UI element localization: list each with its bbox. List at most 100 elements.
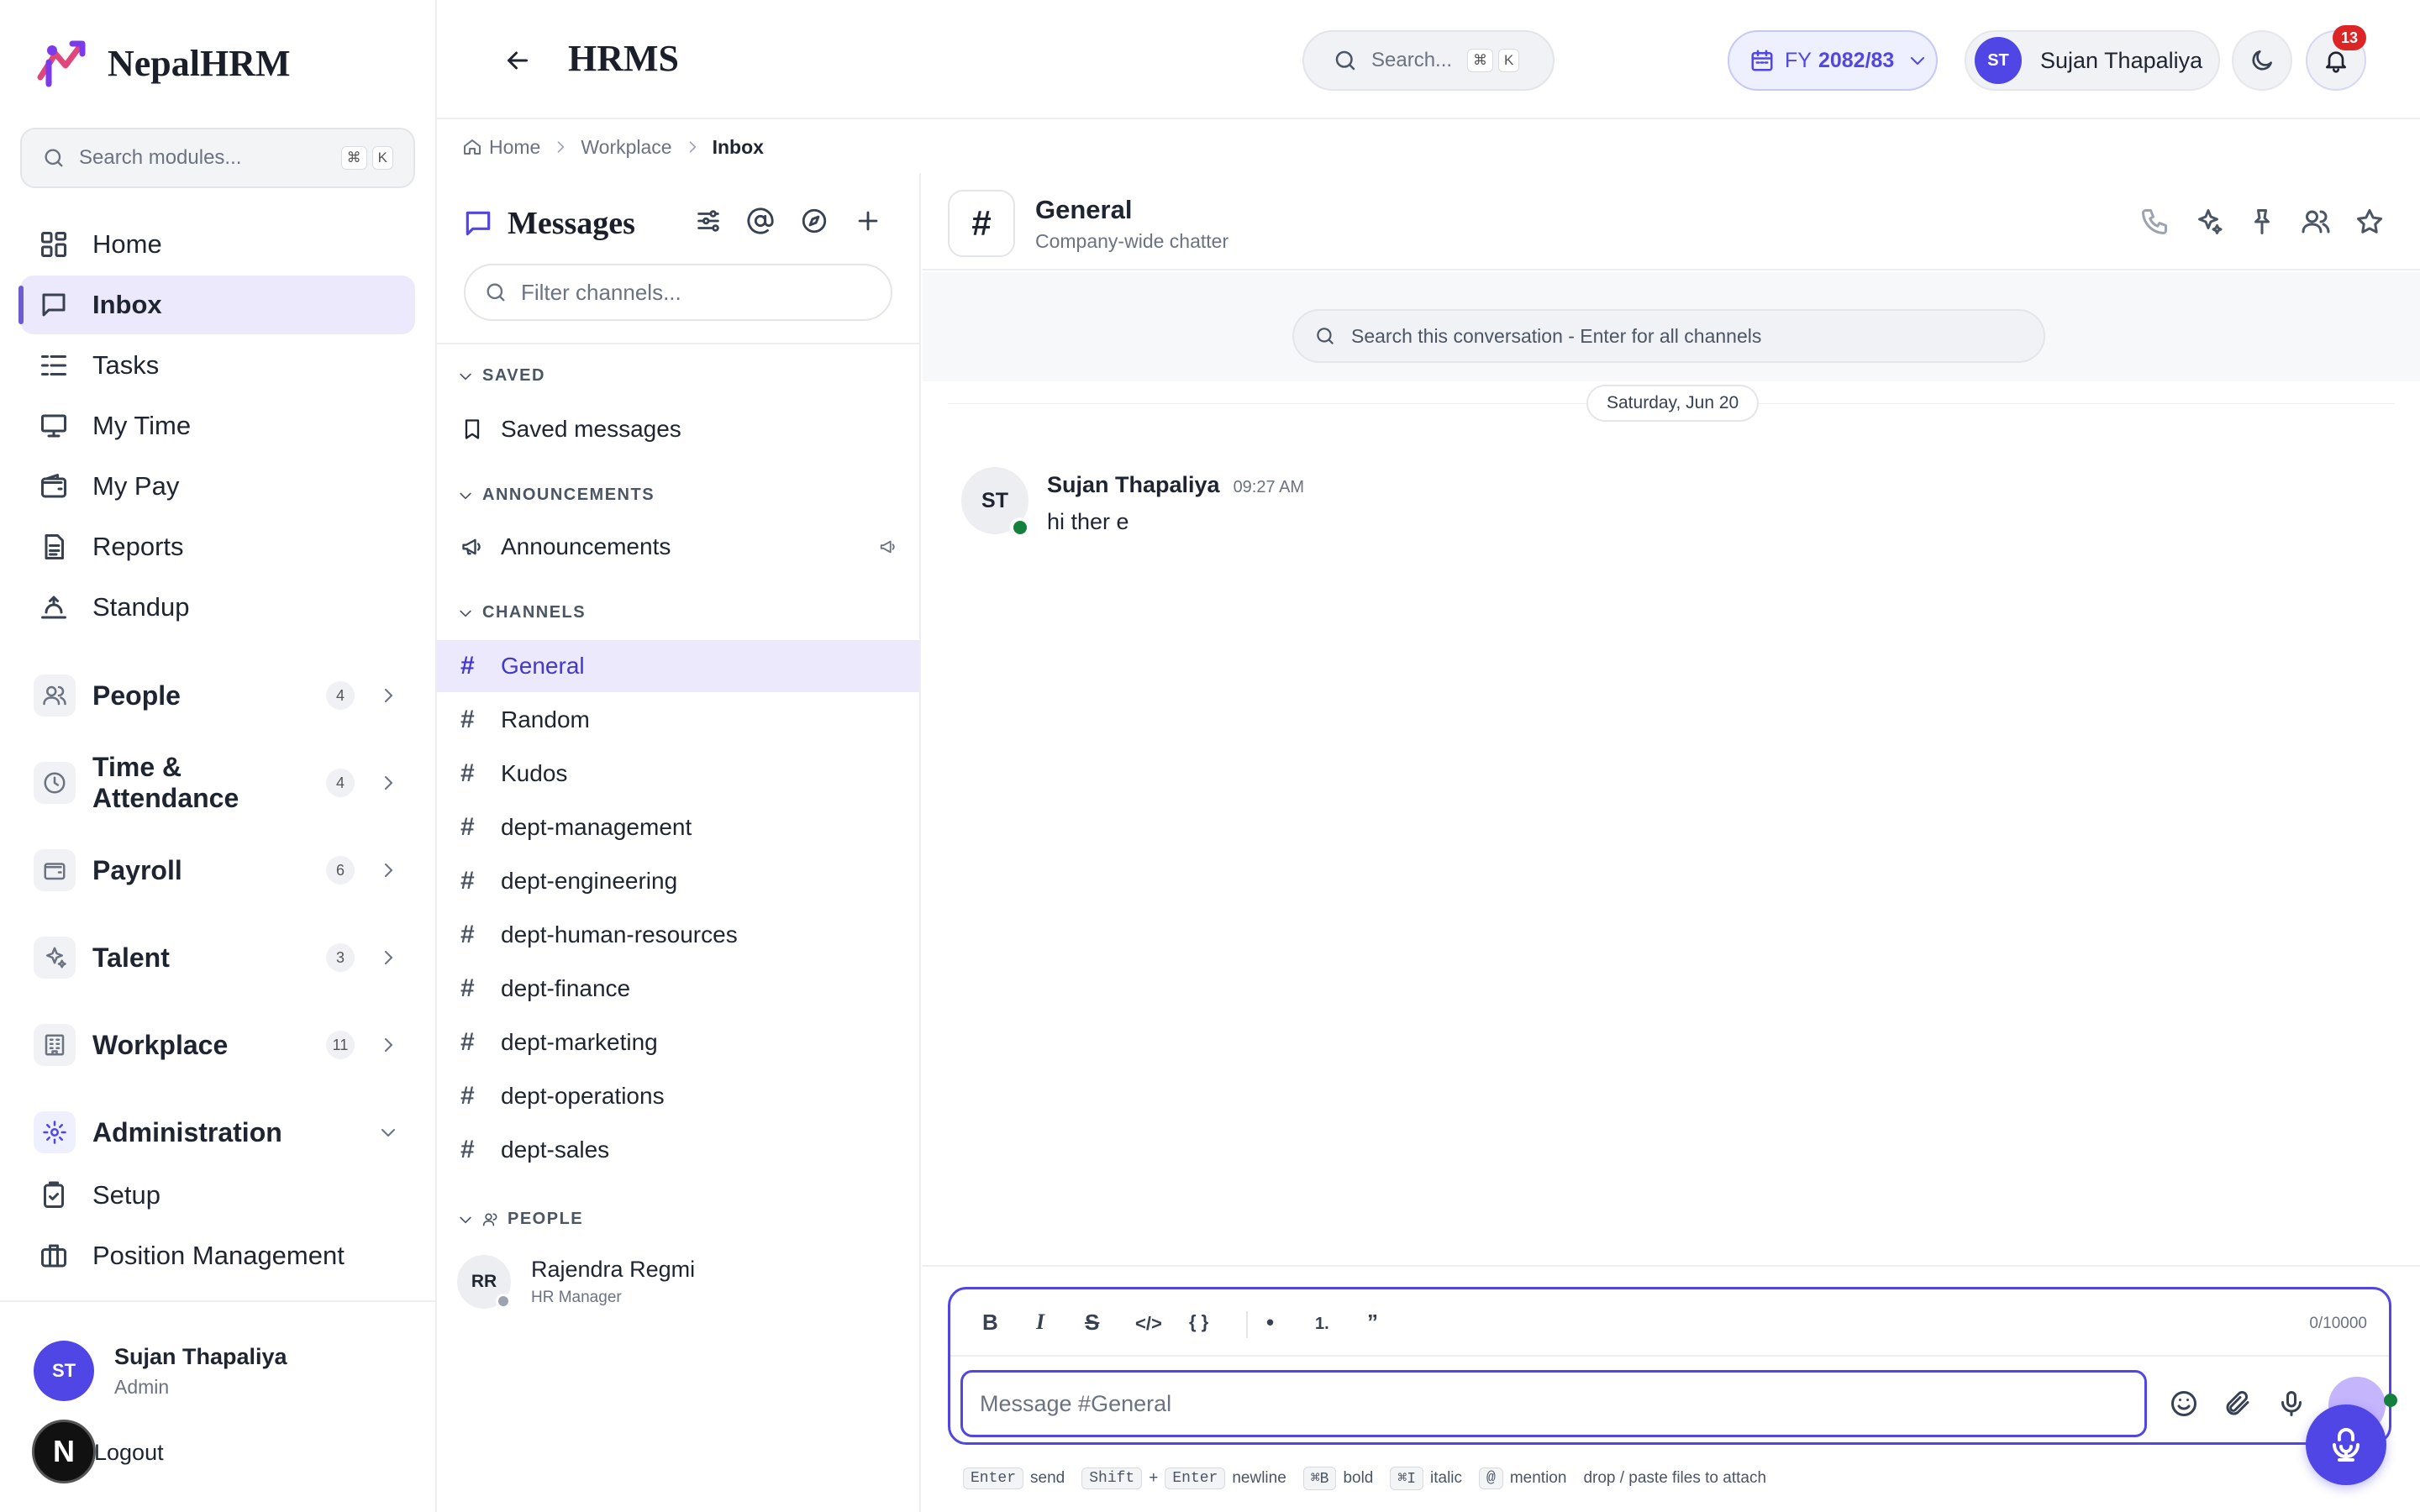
sliders-icon[interactable] xyxy=(694,207,723,235)
section-people[interactable]: PEOPLE xyxy=(457,1210,583,1229)
sparkles-icon xyxy=(46,947,66,969)
italic-button[interactable]: I xyxy=(1036,1310,1044,1335)
group-label: Payroll xyxy=(92,854,182,885)
star-icon[interactable] xyxy=(2354,207,2385,237)
group-talent[interactable]: Talent 3 xyxy=(20,924,415,991)
emoji-icon[interactable] xyxy=(2169,1389,2199,1419)
brand-name: NepalHRM xyxy=(108,42,291,84)
saved-messages-item[interactable]: Saved messages xyxy=(437,403,919,455)
announcements-item[interactable]: Announcements xyxy=(437,521,919,573)
section-announcements[interactable]: ANNOUNCEMENTS xyxy=(457,486,655,505)
message-item[interactable]: ST Sujan Thapaliya 09:27 AM hi ther e xyxy=(961,467,2306,559)
user-avatar[interactable]: ST xyxy=(34,1341,94,1401)
channel-label: dept-engineering xyxy=(501,868,678,894)
nav-item-reports[interactable]: Reports xyxy=(20,517,415,576)
message-author[interactable]: Sujan Thapaliya xyxy=(1047,472,1220,498)
group-people[interactable]: People 4 xyxy=(20,662,415,729)
breadcrumb-workplace[interactable]: Workplace xyxy=(581,136,671,159)
global-search-input[interactable]: Search... ⌘ K xyxy=(1302,30,1555,91)
list-icon xyxy=(41,355,66,375)
strikethrough-button[interactable]: S xyxy=(1085,1310,1099,1336)
fy-value: 2082/83 xyxy=(1818,48,1895,72)
user-role: Admin xyxy=(114,1376,170,1398)
chevron-right-icon xyxy=(385,776,392,790)
person-item-rajendra-regmi[interactable]: RR Rajendra Regmi HR Manager xyxy=(457,1250,902,1314)
channel-item-random[interactable]: # Random xyxy=(437,694,919,746)
chevron-down-icon xyxy=(460,610,471,617)
message-input[interactable]: Message #General xyxy=(960,1370,2147,1437)
channel-item-dept-engineering[interactable]: # dept-engineering xyxy=(437,855,919,907)
section-channels[interactable]: CHANNELS xyxy=(457,603,586,622)
nav-item-position-management[interactable]: Position Management xyxy=(20,1226,415,1285)
nav-item-inbox[interactable]: Inbox xyxy=(18,276,415,334)
plus-icon[interactable] xyxy=(854,207,882,235)
group-label: Talent xyxy=(92,942,170,973)
paperclip-icon[interactable] xyxy=(2223,1389,2253,1419)
bullet-list-button[interactable]: • xyxy=(1266,1310,1274,1336)
sidebar: NepalHRM Search modules... ⌘ K Home Inbo… xyxy=(0,0,437,1512)
nav-item-standup[interactable]: Standup xyxy=(20,578,415,637)
brand[interactable]: NepalHRM xyxy=(34,34,291,92)
channel-item-kudos[interactable]: # Kudos xyxy=(437,748,919,800)
channel-item-dept-operations[interactable]: # dept-operations xyxy=(437,1070,919,1122)
channel-item-dept-finance[interactable]: # dept-finance xyxy=(437,963,919,1015)
compass-icon[interactable] xyxy=(800,207,829,235)
sunrise-icon xyxy=(41,596,66,619)
channel-item-dept-sales[interactable]: # dept-sales xyxy=(437,1124,919,1176)
filter-channels-input[interactable]: Filter channels... xyxy=(464,264,892,321)
nav-item-tasks[interactable]: Tasks xyxy=(20,336,415,395)
channel-item-dept-marketing[interactable]: # dept-marketing xyxy=(437,1016,919,1068)
numbered-list-button[interactable]: 1. xyxy=(1315,1315,1329,1334)
channel-label: Random xyxy=(501,706,590,732)
pin-icon[interactable] xyxy=(2247,207,2277,237)
group-time-attendance[interactable]: Time & Attendance 4 xyxy=(20,749,415,816)
channel-item-general[interactable]: # General xyxy=(437,640,919,692)
channel-item-dept-management[interactable]: # dept-management xyxy=(437,801,919,853)
moon-icon xyxy=(2252,50,2272,71)
hint-joiner: + xyxy=(1149,1469,1159,1487)
assistant-fab-button[interactable] xyxy=(2306,1404,2386,1485)
dev-badge-icon[interactable]: N xyxy=(32,1420,96,1483)
channel-item-dept-human-resources[interactable]: # dept-human-resources xyxy=(437,909,919,961)
search-icon xyxy=(45,149,63,167)
channel-label: dept-operations xyxy=(501,1083,665,1109)
hint-key: ⌘B xyxy=(1302,1467,1337,1490)
hint-text: mention xyxy=(1509,1469,1567,1487)
bold-button[interactable]: B xyxy=(982,1310,998,1336)
user-menu[interactable]: ST Sujan Thapaliya xyxy=(1965,30,2220,91)
nav-item-my-pay[interactable]: My Pay xyxy=(20,457,415,516)
microphone-icon[interactable] xyxy=(2276,1389,2307,1419)
at-sign-icon[interactable] xyxy=(746,207,775,235)
theme-toggle-button[interactable] xyxy=(2232,30,2292,91)
channel-header: # General Company-wide chatter xyxy=(923,173,2420,270)
code-block-button[interactable]: { } xyxy=(1189,1311,1208,1333)
module-search-placeholder: Search modules... xyxy=(79,146,242,169)
inline-code-button[interactable]: </> xyxy=(1135,1313,1162,1335)
hash-icon: # xyxy=(460,1028,475,1056)
chat-icon xyxy=(42,293,66,317)
channel-label: dept-management xyxy=(501,814,692,840)
back-arrow-icon[interactable] xyxy=(502,45,533,76)
quote-button[interactable]: ” xyxy=(1367,1310,1378,1336)
fiscal-year-selector[interactable]: FY 2082/83 xyxy=(1728,30,1938,91)
notifications-button[interactable]: 13 xyxy=(2306,25,2366,91)
messages-header: Messages xyxy=(462,205,635,242)
group-workplace[interactable]: Workplace 11 xyxy=(20,1011,415,1079)
nav-item-my-time[interactable]: My Time xyxy=(20,396,415,455)
section-saved[interactable]: SAVED xyxy=(457,366,545,386)
chevron-right-icon xyxy=(385,864,392,877)
sparkles-icon[interactable] xyxy=(2193,207,2223,237)
chevron-right-icon xyxy=(385,951,392,964)
group-administration[interactable]: Administration xyxy=(20,1099,415,1166)
nav-item-home[interactable]: Home xyxy=(20,215,415,274)
phone-icon[interactable] xyxy=(2139,207,2170,237)
logout-button[interactable]: Logout xyxy=(94,1440,164,1466)
users-icon[interactable] xyxy=(2301,207,2331,237)
module-search-input[interactable]: Search modules... ⌘ K xyxy=(20,128,415,188)
breadcrumb-home[interactable]: Home xyxy=(489,136,540,159)
hint-key: ⌘I xyxy=(1390,1467,1423,1490)
conversation-search-input[interactable]: Search this conversation - Enter for all… xyxy=(1292,309,2045,363)
nav-item-setup[interactable]: Setup xyxy=(20,1166,415,1225)
group-payroll[interactable]: Payroll 6 xyxy=(20,837,415,904)
group-count-badge: 4 xyxy=(326,769,355,797)
